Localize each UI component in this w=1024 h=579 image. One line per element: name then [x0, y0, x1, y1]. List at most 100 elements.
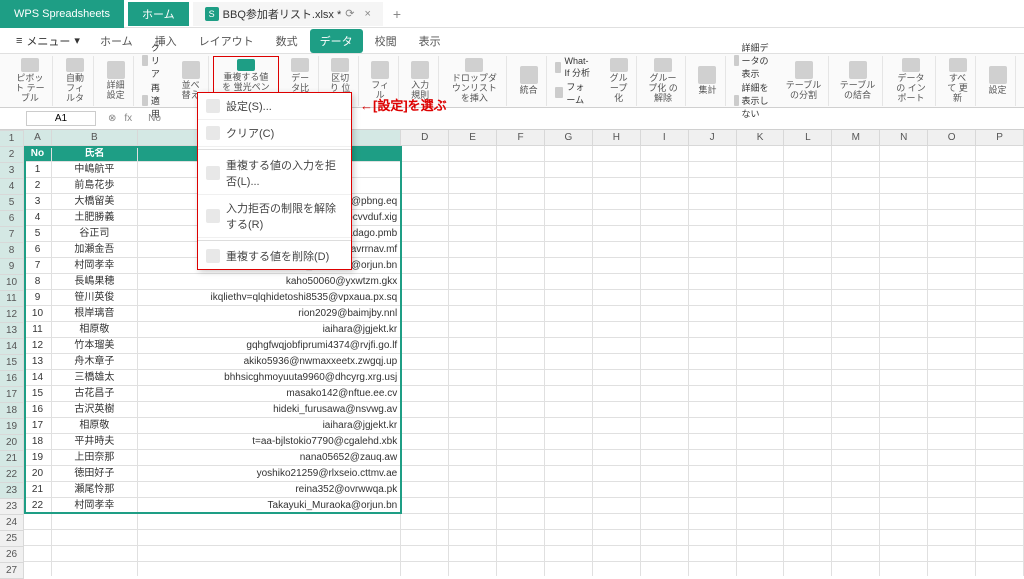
- cell[interactable]: [401, 242, 449, 258]
- cell[interactable]: [449, 498, 497, 514]
- form-button[interactable]: フォーム: [555, 80, 593, 106]
- cell[interactable]: [784, 194, 832, 210]
- cell[interactable]: [641, 162, 689, 178]
- cell[interactable]: [641, 322, 689, 338]
- cell[interactable]: [138, 514, 401, 530]
- cell[interactable]: No: [24, 146, 52, 162]
- cell[interactable]: [138, 530, 401, 546]
- cell[interactable]: [737, 226, 785, 242]
- cell[interactable]: [832, 290, 880, 306]
- cell[interactable]: [545, 450, 593, 466]
- group-button[interactable]: グループ化: [601, 56, 637, 106]
- cell[interactable]: [449, 546, 497, 562]
- cell[interactable]: [784, 322, 832, 338]
- cell[interactable]: [641, 370, 689, 386]
- cell[interactable]: [401, 162, 449, 178]
- row-header[interactable]: 15: [0, 355, 24, 371]
- cell[interactable]: [641, 194, 689, 210]
- cell[interactable]: [832, 498, 880, 514]
- cell[interactable]: [449, 370, 497, 386]
- cell[interactable]: 15: [24, 386, 52, 402]
- cell[interactable]: [641, 178, 689, 194]
- cell[interactable]: [880, 146, 928, 162]
- cell[interactable]: [737, 370, 785, 386]
- cell[interactable]: [641, 546, 689, 562]
- cell[interactable]: 大橋留美: [52, 194, 138, 210]
- row-header[interactable]: 11: [0, 291, 24, 307]
- cell[interactable]: [497, 466, 545, 482]
- cell[interactable]: [880, 226, 928, 242]
- cell[interactable]: [545, 322, 593, 338]
- cell[interactable]: [593, 498, 641, 514]
- cell[interactable]: 11: [24, 322, 52, 338]
- cell[interactable]: [784, 258, 832, 274]
- cell[interactable]: [880, 210, 928, 226]
- cell[interactable]: 土肥勝義: [52, 210, 138, 226]
- cell[interactable]: [449, 226, 497, 242]
- cell[interactable]: [401, 258, 449, 274]
- row-header[interactable]: 23: [0, 483, 24, 499]
- cell[interactable]: [689, 498, 737, 514]
- cell[interactable]: 中嶋航平: [52, 162, 138, 178]
- cell[interactable]: [545, 562, 593, 576]
- cell[interactable]: [832, 242, 880, 258]
- cell[interactable]: [593, 290, 641, 306]
- cell[interactable]: reina352@ovrwwqa.pk: [138, 482, 401, 498]
- cell[interactable]: [689, 322, 737, 338]
- cell[interactable]: [976, 194, 1024, 210]
- cell[interactable]: [784, 242, 832, 258]
- col-header-I[interactable]: I: [641, 130, 689, 146]
- cell[interactable]: [737, 530, 785, 546]
- cell[interactable]: [593, 466, 641, 482]
- cell[interactable]: [928, 466, 976, 482]
- cell[interactable]: [401, 514, 449, 530]
- cell[interactable]: [641, 386, 689, 402]
- cell[interactable]: [832, 434, 880, 450]
- row-header[interactable]: 27: [0, 563, 24, 579]
- cell[interactable]: [928, 162, 976, 178]
- cell[interactable]: [545, 418, 593, 434]
- cell[interactable]: [545, 434, 593, 450]
- cell[interactable]: [689, 210, 737, 226]
- cell[interactable]: [737, 258, 785, 274]
- cell[interactable]: 古沢英樹: [52, 402, 138, 418]
- cell[interactable]: [401, 434, 449, 450]
- cell[interactable]: [928, 450, 976, 466]
- cell[interactable]: [784, 562, 832, 576]
- cell[interactable]: [928, 562, 976, 576]
- cell[interactable]: [593, 434, 641, 450]
- subtotal-button[interactable]: 集計: [690, 56, 726, 106]
- dropdown-list-button[interactable]: ドロップダウンリスト を挿入: [443, 56, 507, 106]
- cell[interactable]: [976, 146, 1024, 162]
- cell[interactable]: [593, 530, 641, 546]
- cell[interactable]: [689, 370, 737, 386]
- cell[interactable]: [832, 258, 880, 274]
- cell[interactable]: [497, 562, 545, 576]
- cell[interactable]: [880, 482, 928, 498]
- cell[interactable]: [401, 498, 449, 514]
- cell[interactable]: [784, 162, 832, 178]
- ribbon-tab-view[interactable]: 表示: [409, 29, 451, 53]
- cell[interactable]: [497, 418, 545, 434]
- cell[interactable]: [784, 530, 832, 546]
- cell[interactable]: [784, 178, 832, 194]
- cell[interactable]: [976, 466, 1024, 482]
- cell[interactable]: [880, 546, 928, 562]
- close-tab-icon[interactable]: ×: [364, 8, 370, 20]
- cell[interactable]: [449, 418, 497, 434]
- cell[interactable]: [545, 370, 593, 386]
- cell[interactable]: [497, 530, 545, 546]
- cell[interactable]: [976, 306, 1024, 322]
- cell[interactable]: [928, 178, 976, 194]
- cell[interactable]: [832, 226, 880, 242]
- cell[interactable]: [689, 258, 737, 274]
- cell[interactable]: [545, 274, 593, 290]
- cell[interactable]: [880, 242, 928, 258]
- cell[interactable]: [976, 450, 1024, 466]
- cell[interactable]: [449, 402, 497, 418]
- cell[interactable]: [449, 194, 497, 210]
- cell[interactable]: [545, 290, 593, 306]
- cell[interactable]: [976, 434, 1024, 450]
- row-header[interactable]: 18: [0, 403, 24, 419]
- cell[interactable]: [880, 370, 928, 386]
